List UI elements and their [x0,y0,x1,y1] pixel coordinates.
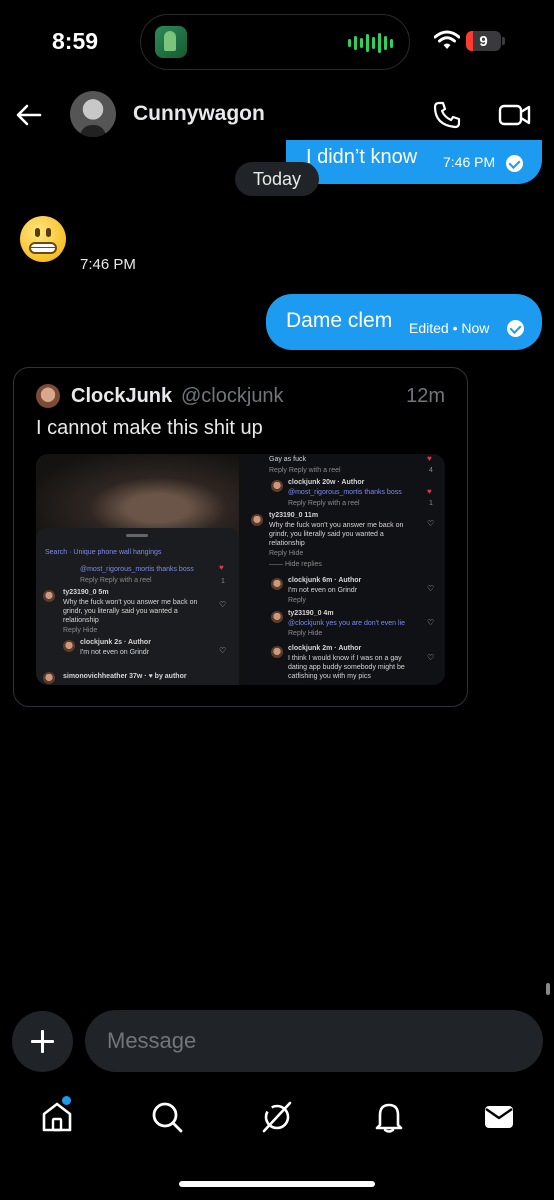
comment-user: clockjunk 20w · Author [288,479,365,486]
like-count: 1 [429,500,433,507]
comment-text: I'm not even on Grindr [80,649,150,656]
battery-tip [502,37,505,45]
post-author-handle: @clockjunk [181,385,284,407]
battery-level: 9 [479,33,488,50]
outgoing-message[interactable]: Dame clem Edited • Now [266,294,542,350]
commenter-avatar [63,640,75,652]
like-count: 4 [429,467,433,474]
heart-outline-icon: ♡ [219,646,227,655]
shared-post-card[interactable]: ClockJunk @clockjunk 12m I cannot make t… [13,367,468,707]
heart-icon: ♥ [427,487,432,496]
comment-text: grindr, you literally said you wanted a [63,608,178,615]
comment-user: ty23190_0 4m [288,610,334,617]
comment-text: @most_rigorous_mortis thanks boss [288,489,402,496]
sheet-handle [126,534,148,537]
comment-text: relationship [269,540,305,547]
commenter-avatar [43,590,55,602]
comment-actions: Reply [288,597,306,604]
heart-outline-icon: ♡ [427,618,435,627]
grimacing-face-emoji[interactable] [20,216,66,262]
notifications-bell-icon[interactable] [372,1100,406,1134]
message-timestamp: 7:46 PM [80,256,136,273]
audio-waveform-icon [348,32,393,54]
now-playing-app-icon [155,26,187,58]
comment-user: ty23190_0 5m [63,589,109,596]
comment-actions: Reply Hide [288,630,323,637]
add-attachment-button[interactable] [12,1011,73,1072]
message-text: Dame clem [286,309,393,332]
comment-user: clockjunk 2s · Author [80,639,151,646]
message-text: I didn’t know [306,146,418,168]
comment-text: Why the fuck won't you answer me back on [63,599,198,606]
comment-actions: Reply Reply with a reel [80,577,152,584]
commenter-avatar [251,514,263,526]
heart-outline-icon: ♡ [427,653,435,662]
message-composer[interactable] [85,1010,543,1072]
post-timestamp: 12m [406,385,445,407]
comment-actions: Reply Hide [269,550,304,557]
conversation-title[interactable]: Cunnywagon [133,102,265,126]
comment-user: simonovichheather 37w · ♥ by author [63,673,187,680]
home-indicator[interactable] [179,1181,375,1187]
comment-text: Why the fuck won't you answer me back on [269,522,404,529]
search-icon[interactable] [150,1100,184,1134]
heart-icon: ♥ [427,454,432,463]
commenter-avatar [271,480,283,492]
comment-text: Gay as fuck [269,456,306,463]
heart-outline-icon: ♡ [427,584,435,593]
comment-text: @most_rigorous_mortis thanks boss [80,566,194,573]
edited-status: Edited • Now [409,320,490,336]
like-count: 1 [221,578,225,585]
commenter-avatar [271,611,283,623]
comment-actions: Reply Reply with a reel [288,500,360,507]
status-time: 8:59 [52,28,99,54]
comment-user: clockjunk 2m · Author [288,645,362,652]
comment-actions: Reply Hide [63,627,98,634]
read-check-icon [506,155,523,172]
commenter-avatar [271,646,283,658]
commenter-avatar [43,672,55,684]
heart-outline-icon: ♡ [427,519,435,528]
grok-icon[interactable] [260,1100,294,1134]
comment-text: grindr, you literally said you wanted a [269,531,384,538]
messages-envelope-icon[interactable] [482,1100,516,1134]
comment-actions: Reply Reply with a reel [269,467,341,474]
post-author-name[interactable]: ClockJunk [71,385,172,408]
comment-text: relationship [63,617,99,624]
message-timestamp: 7:46 PM [443,154,496,170]
comment-user: ty23190_0 11m [269,512,319,519]
heart-icon: ♥ [219,563,224,572]
contact-avatar[interactable] [70,91,116,137]
commenter-avatar [271,578,283,590]
post-text: I cannot make this shit up [36,417,263,439]
scroll-indicator[interactable] [546,983,550,995]
wifi-icon [434,30,460,49]
screenshot-right: Gay as fuck ♥ Reply Reply with a reel 4 … [243,454,445,685]
comment-text: catfishing you with my pics [288,673,371,680]
read-check-icon [507,320,524,337]
home-icon[interactable] [40,1100,74,1134]
search-suggestion: Search · Unique phone wall hangings [45,549,162,556]
comment-text: dating app buddy somebody might be [288,664,405,671]
phone-call-icon[interactable] [432,100,462,130]
date-divider: Today [235,162,319,196]
outgoing-message[interactable]: I didn’t know 7:46 PM [286,140,542,184]
post-media-image[interactable]: Search · Unique phone wall hangings @mos… [36,454,445,685]
comment-user: clockjunk 6m · Author [288,577,362,584]
heart-outline-icon: ♡ [219,600,227,609]
video-call-icon[interactable] [498,100,532,130]
back-arrow-icon[interactable] [14,100,44,130]
screenshot-left: Search · Unique phone wall hangings @mos… [36,454,239,685]
comment-text: I'm not even on Grindr [288,587,358,594]
battery-icon: 9 [466,31,501,51]
dynamic-island[interactable] [140,14,410,70]
comment-text: @clockjunk yes you are don't even lie [288,620,406,627]
post-author-avatar[interactable] [36,384,60,408]
hide-replies: —— Hide replies [269,561,322,568]
notification-dot [62,1096,71,1105]
comment-text: I think I would know if I was on a gay [288,655,402,662]
message-input[interactable] [107,1010,527,1072]
